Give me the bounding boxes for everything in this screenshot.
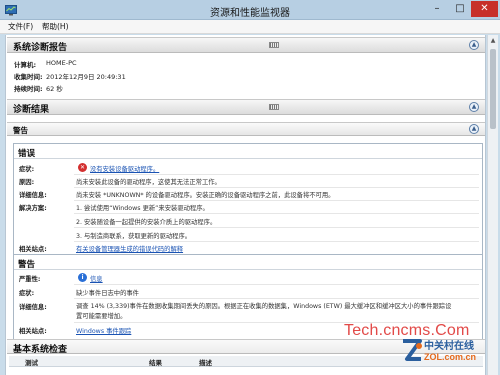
error-details-value: 尚未安装 *UNKNOWN* 的设备驱动程序。安装正确的设备驱动程序之前，此设备… (76, 192, 335, 199)
grip-icon (269, 42, 279, 48)
divider (74, 227, 479, 228)
divider (74, 284, 479, 285)
menu-help[interactable]: 帮助(H) (42, 21, 69, 33)
info-icon: i (78, 273, 87, 282)
warning-severity-label: 严重性: (19, 276, 41, 283)
warning-details-line2: 置可能需要增加。 (76, 313, 127, 320)
collected-label: 收集时间: (14, 73, 43, 81)
minimize-button[interactable]: – (426, 1, 448, 17)
column-test[interactable]: 测试 (25, 357, 38, 367)
scroll-thumb[interactable] (490, 49, 496, 129)
collapse-report-button[interactable]: ▲ (469, 40, 479, 50)
error-solution-1: 1. 尝试使用“Windows 更新”来安装驱动程序。 (76, 205, 209, 212)
menu-bar: 文件(F) 帮助(H) (0, 20, 500, 34)
duration-label: 持续时间: (14, 85, 43, 93)
report-header[interactable]: 系统诊断报告 ▲ (7, 37, 485, 53)
column-result[interactable]: 结果 (149, 357, 162, 367)
error-solution-3: 3. 与制造商联系，获取更新的驱动程序。 (76, 233, 192, 240)
logo-chinese-text: 中关村在线 (424, 341, 474, 352)
zol-mark-icon (403, 339, 422, 361)
error-solution-2: 2. 安装随设备一起提供的安装介质上的驱动程序。 (76, 219, 217, 226)
basic-checks-title: 基本系统检查 (13, 345, 68, 355)
warning-details-line1: 调查 14% (3,339)事件在数据收集期间丢失的原因。根据正在收集的数据集，… (76, 303, 452, 310)
warning-severity-value[interactable]: 信息 (90, 274, 103, 283)
computer-value: HOME-PC (46, 59, 77, 67)
warning-symptom-value: 缺少事件日志中的事件 (76, 290, 139, 297)
vertical-scrollbar[interactable]: ▲ (487, 35, 498, 375)
title-bar: 资源和性能监视器 – □ ✕ (0, 0, 500, 20)
error-related-label: 相关站点: (19, 246, 47, 253)
divider (74, 213, 479, 214)
diagnostics-header[interactable]: 诊断结果 ▲ (7, 99, 485, 115)
zol-logo: 中关村在线 ZOL.com.cn (400, 335, 495, 370)
error-cause-label: 原因: (19, 179, 35, 186)
close-button[interactable]: ✕ (471, 1, 498, 17)
warning-related-link[interactable]: Windows 事件跟踪 (76, 326, 131, 335)
warnings-subheader[interactable]: 警告 ▲ (7, 122, 485, 136)
error-panel: 错误 症状: ✕ 没有安装设备驱动程序。 原因: 尚未安装此设备的驱动程序，这使… (13, 143, 483, 255)
duration-value: 62 秒 (46, 85, 63, 93)
collapse-diagnostics-button[interactable]: ▲ (469, 102, 479, 112)
error-symptom-value[interactable]: 没有安装设备驱动程序。 (90, 164, 159, 173)
computer-label: 计算机: (14, 61, 37, 69)
error-solution-label: 解决方案: (19, 205, 47, 212)
maximize-button[interactable]: □ (449, 1, 471, 17)
report-title: 系统诊断报告 (13, 43, 68, 53)
divider (14, 269, 482, 270)
error-cause-value: 尚未安装此设备的驱动程序，这使其无法正常工作。 (76, 179, 221, 186)
grip-icon (269, 104, 279, 110)
error-related-link[interactable]: 有关设备管理器生成的错误代码的解释 (76, 244, 183, 253)
window-title: 资源和性能监视器 (210, 8, 290, 19)
column-description[interactable]: 描述 (199, 357, 212, 367)
error-details-label: 详细信息: (19, 192, 47, 199)
collected-value: 2012年12月9日 20:49:31 (46, 73, 126, 81)
divider (74, 200, 479, 201)
diagnostics-title: 诊断结果 (13, 105, 50, 115)
logo-english-text: ZOL.com.cn (424, 352, 477, 362)
menu-file[interactable]: 文件(F) (8, 21, 33, 33)
divider (74, 241, 479, 242)
divider (14, 158, 482, 159)
divider (74, 187, 479, 188)
scroll-up-arrow-icon[interactable]: ▲ (488, 37, 498, 47)
warning-symptom-label: 症状: (19, 290, 35, 297)
collapse-warnings-button[interactable]: ▲ (469, 124, 479, 134)
error-icon: ✕ (78, 163, 87, 172)
warning-details-label: 详细信息: (19, 304, 47, 311)
warnings-subheader-title: 警告 (13, 126, 28, 135)
error-symptom-label: 症状: (19, 166, 35, 173)
divider (74, 298, 479, 299)
warning-related-label: 相关站点: (19, 328, 47, 335)
divider (74, 174, 479, 175)
